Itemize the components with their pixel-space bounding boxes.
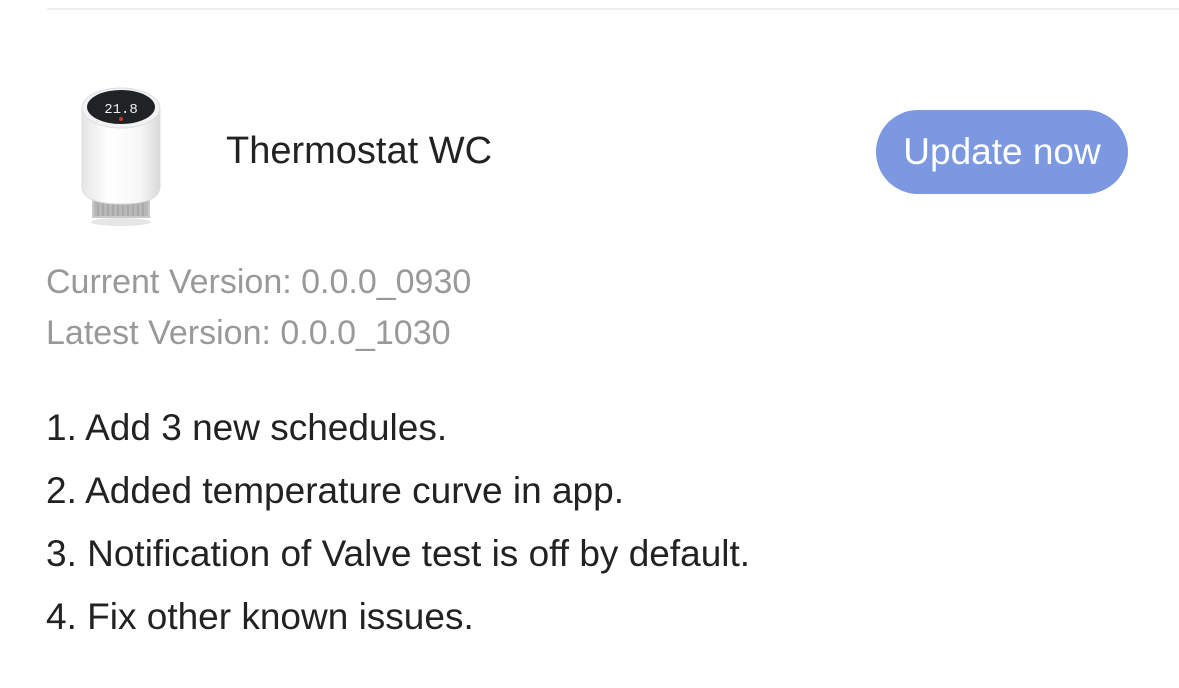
current-version: Current Version: 0.0.0_0930 (46, 263, 472, 301)
top-divider (47, 8, 1179, 10)
latest-version: Latest Version: 0.0.0_1030 (46, 314, 451, 352)
thermostat-display-reading: 21.8 (104, 102, 138, 118)
release-note-item: 1. Add 3 new schedules. (46, 407, 448, 448)
release-note-item: 3. Notification of Valve test is off by … (46, 533, 751, 574)
release-note-item: 2. Added temperature curve in app. (46, 470, 624, 511)
release-note-item: 4. Fix other known issues. (46, 596, 474, 637)
device-name: Thermostat WC (226, 130, 493, 172)
thermostat-device-image: 21.8 (78, 86, 164, 226)
release-notes-list: 1. Add 3 new schedules. 2. Added tempera… (46, 396, 750, 648)
update-now-button[interactable]: Update now (876, 110, 1128, 194)
